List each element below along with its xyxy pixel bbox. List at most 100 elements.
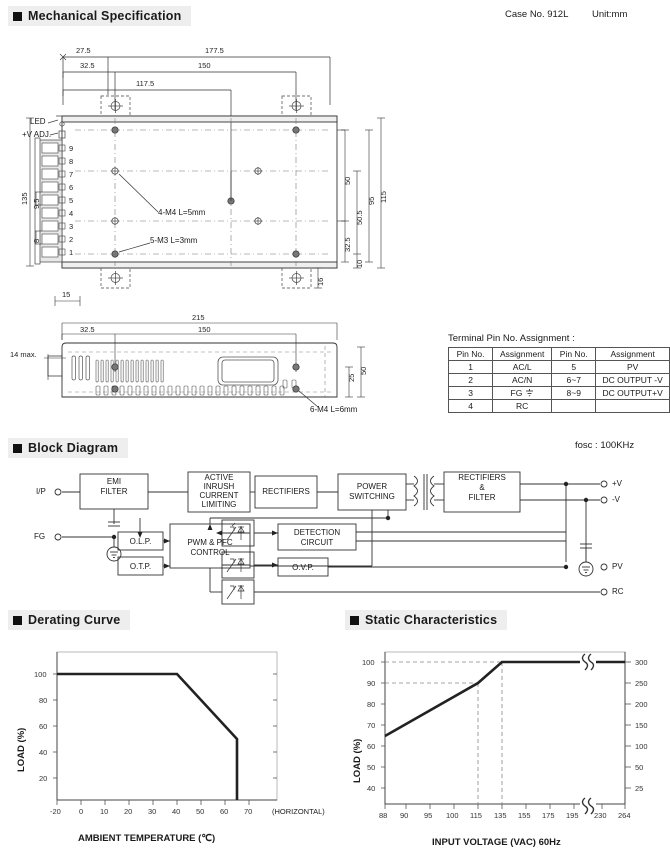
pin-num-7: 7 bbox=[69, 170, 74, 179]
static-xtick-100: 100 bbox=[446, 811, 459, 820]
ground-icon bbox=[525, 389, 533, 397]
derating-xtick-60: 60 bbox=[220, 807, 229, 816]
static-x-axis-title: INPUT VOLTAGE (VAC) 60Hz bbox=[432, 837, 561, 848]
cell: 5 bbox=[551, 360, 597, 374]
derating-ytick-60: 60 bbox=[39, 722, 48, 731]
derating-xtick-0: 0 bbox=[79, 807, 84, 816]
derating-x-axis-title: AMBIENT TEMPERATURE (℃) bbox=[78, 833, 216, 844]
static-xtick-95: 95 bbox=[424, 811, 433, 820]
dim-95: 95 bbox=[367, 196, 376, 205]
cell: 8~9 bbox=[551, 386, 597, 400]
callout-4-m4: 4-M4 L=5mm bbox=[158, 208, 206, 217]
cell: DC OUTPUT -V bbox=[595, 373, 670, 387]
table-row: 1 AC/L 5 PV bbox=[447, 360, 670, 374]
cell: 1 bbox=[447, 360, 494, 374]
block-power-switching-line1: POWER bbox=[356, 482, 388, 491]
dim-15: 15 bbox=[62, 290, 71, 299]
bullet-square-icon bbox=[350, 615, 359, 625]
block-detection-line2: CIRCUIT bbox=[300, 538, 334, 547]
label-led: LED bbox=[30, 117, 46, 126]
col-assignment-2: Assignment bbox=[595, 347, 670, 361]
static-ytick-right-50: 50 bbox=[635, 763, 644, 772]
pin-table-caption: Terminal Pin No. Assignment : bbox=[448, 333, 575, 344]
static-ytick-right-100: 100 bbox=[635, 742, 648, 751]
bullet-square-icon bbox=[13, 443, 22, 453]
pin-num-4: 4 bbox=[69, 209, 74, 218]
bullet-square-icon bbox=[13, 615, 22, 625]
cell: AC/N bbox=[492, 373, 553, 387]
pin-num-1: 1 bbox=[69, 248, 74, 257]
dim-25: 25 bbox=[347, 373, 356, 382]
cell: 4 bbox=[447, 399, 494, 413]
block-emi-filter-line2: FILTER bbox=[100, 487, 128, 496]
derating-xtick--20: -20 bbox=[50, 807, 61, 816]
dim-32-5: 32.5 bbox=[80, 61, 95, 70]
cell: 2 bbox=[447, 373, 494, 387]
table-row: 2 AC/N 6~7 DC OUTPUT -V bbox=[447, 373, 670, 387]
cell: PV bbox=[595, 360, 670, 374]
static-ytick-left-60: 60 bbox=[367, 742, 376, 751]
section-header-block-diagram: Block Diagram bbox=[8, 438, 129, 458]
block-power-switching-line2: SWITCHING bbox=[349, 492, 395, 501]
dim-117-5: 117.5 bbox=[136, 79, 155, 88]
static-ytick-left-70: 70 bbox=[367, 721, 376, 730]
cell bbox=[551, 399, 597, 413]
dim-32-5-right: 32.5 bbox=[343, 237, 352, 252]
static-ytick-left-50: 50 bbox=[367, 763, 376, 772]
callout-5-m3: 5-M3 L=3mm bbox=[150, 236, 198, 245]
table-row: 3 FG 8~9 DC OUTPUT+V bbox=[447, 386, 670, 400]
dim-9-5: 9.5 bbox=[32, 198, 41, 209]
static-xtick-135: 135 bbox=[494, 811, 507, 820]
cell: 6~7 bbox=[551, 373, 597, 387]
dim-115: 115 bbox=[379, 191, 388, 203]
static-xtick-155: 155 bbox=[518, 811, 531, 820]
output-label-pos-v: +V bbox=[612, 479, 623, 488]
static-xtick-90: 90 bbox=[400, 811, 409, 820]
dim-10: 10 bbox=[355, 259, 364, 268]
callout-6-m4: 6-M4 L=6mm bbox=[310, 405, 358, 414]
dim-50-5: 50.5 bbox=[355, 210, 364, 225]
pin-num-8: 8 bbox=[69, 157, 74, 166]
block-detection-line1: DETECTION bbox=[293, 528, 341, 537]
dim-50-side: 50 bbox=[359, 366, 368, 375]
col-pin-no-1: Pin No. bbox=[447, 347, 494, 361]
static-y-axis-title: LOAD (%) bbox=[352, 738, 363, 783]
derating-ytick-40: 40 bbox=[39, 748, 48, 757]
mechanical-drawing bbox=[26, 53, 385, 306]
derating-xtick-70: 70 bbox=[244, 807, 253, 816]
cell: DC OUTPUT+V bbox=[595, 386, 670, 400]
terminal-pin-table: Pin No. Assignment Pin No. Assignment 1 … bbox=[447, 347, 670, 413]
static-ytick-left-40: 40 bbox=[367, 784, 376, 793]
cell: RC bbox=[492, 399, 553, 413]
block-rect-filter-line3: FILTER bbox=[468, 493, 496, 502]
derating-chart bbox=[53, 651, 278, 805]
block-rect-filter-line1: RECTIFIERS bbox=[458, 473, 506, 482]
static-xtick-88: 88 bbox=[379, 811, 388, 820]
section-header-derating: Derating Curve bbox=[8, 610, 131, 630]
block-inrush-line1: ACTIVE bbox=[204, 473, 234, 482]
dim-32-5-side: 32.5 bbox=[80, 325, 95, 334]
dim-215: 215 bbox=[192, 313, 205, 322]
pin-num-3: 3 bbox=[69, 222, 74, 231]
section-title-block-diagram: Block Diagram bbox=[28, 441, 119, 455]
static-ytick-right-300: 300 bbox=[635, 658, 648, 667]
cell: 3 bbox=[447, 386, 494, 400]
block-rectifiers: RECTIFIERS bbox=[262, 487, 310, 496]
dim-135: 135 bbox=[20, 192, 29, 205]
derating-xtick-30: 30 bbox=[148, 807, 157, 816]
block-otp: O.T.P. bbox=[129, 562, 152, 571]
derating-ytick-100: 100 bbox=[34, 670, 47, 679]
dim-150-side: 150 bbox=[198, 325, 211, 334]
block-inrush-line4: LIMITING bbox=[201, 500, 237, 509]
section-title-static: Static Characteristics bbox=[365, 613, 498, 627]
block-ovp: O.V.P. bbox=[292, 563, 314, 572]
pin-num-9: 9 bbox=[69, 144, 74, 153]
input-terminal-label: I/P bbox=[36, 487, 46, 496]
static-ytick-right-200: 200 bbox=[635, 700, 648, 709]
derating-xtick-50: 50 bbox=[196, 807, 205, 816]
dim-27-5: 27.5 bbox=[76, 46, 91, 55]
output-label-neg-v: -V bbox=[612, 495, 620, 504]
pin-num-2: 2 bbox=[69, 235, 74, 244]
section-header-static: Static Characteristics bbox=[345, 610, 508, 630]
block-inrush-line3: CURRENT bbox=[199, 491, 239, 500]
